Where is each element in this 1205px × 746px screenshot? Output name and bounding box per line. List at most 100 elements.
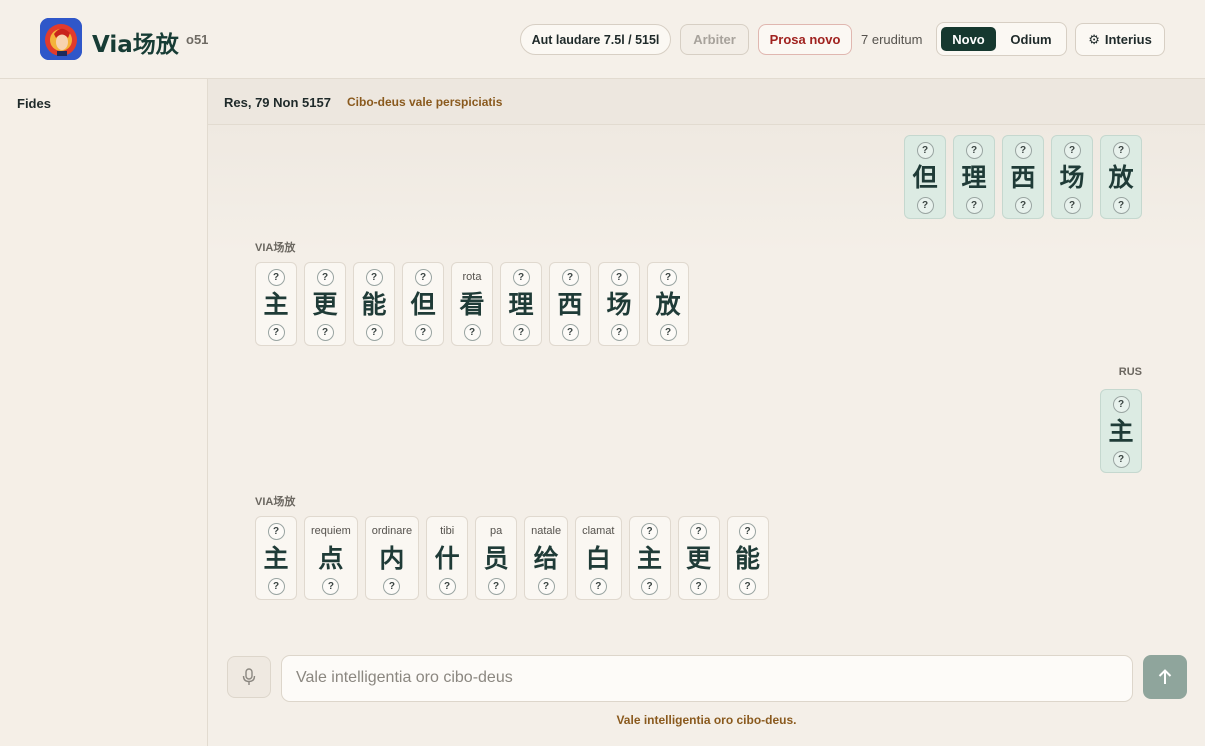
word-card[interactable]: ? 主? xyxy=(255,516,297,600)
hanzi-character: 理 xyxy=(961,163,987,192)
help-icon[interactable]: ? xyxy=(414,268,432,286)
help-icon[interactable]: ? xyxy=(414,323,432,341)
word-card[interactable]: clamat 白? xyxy=(575,516,622,600)
help-icon[interactable]: ? xyxy=(739,522,756,540)
word-card[interactable]: requiem 点? xyxy=(304,516,358,600)
word-card[interactable]: ? 场? xyxy=(598,262,640,346)
word-card[interactable]: ? 放? xyxy=(1100,135,1142,219)
word-card[interactable]: ? 放? xyxy=(647,262,689,346)
word-card[interactable]: ordinare 内? xyxy=(364,516,420,600)
help-icon[interactable]: ? xyxy=(316,323,334,341)
help-icon[interactable]: ? xyxy=(610,323,628,341)
word-card[interactable]: ? 能? xyxy=(353,262,395,346)
help-icon[interactable]: ? xyxy=(916,196,934,214)
word-card[interactable]: ? 但? xyxy=(904,135,946,219)
help-icon[interactable]: ? xyxy=(965,141,983,159)
word-pinyin: ? xyxy=(365,319,383,345)
word-gloss: clamat xyxy=(582,517,614,545)
settings-button[interactable]: ⚙ Interius xyxy=(1075,23,1165,56)
help-icon[interactable]: ? xyxy=(316,268,334,286)
help-icon[interactable]: ? xyxy=(641,577,658,595)
word-gloss: ? xyxy=(512,263,530,291)
hanzi-character: 更 xyxy=(685,544,711,573)
new-prose-button[interactable]: Prosa novo xyxy=(758,24,852,55)
settings-button-label: Interius xyxy=(1104,32,1152,47)
help-icon[interactable]: ? xyxy=(487,577,505,595)
word-pinyin: ? xyxy=(267,573,285,599)
help-icon[interactable]: ? xyxy=(610,268,628,286)
word-card[interactable]: ? 西? xyxy=(1002,135,1044,219)
help-icon[interactable]: ? xyxy=(512,323,530,341)
help-icon[interactable]: ? xyxy=(1112,450,1130,468)
topic-link[interactable]: Cibo-deus vale perspiciatis xyxy=(347,95,502,109)
app-logo[interactable] xyxy=(40,18,82,60)
help-icon[interactable]: ? xyxy=(641,522,658,540)
microphone-button[interactable] xyxy=(227,656,271,698)
help-icon[interactable]: ? xyxy=(322,577,340,595)
help-icon[interactable]: ? xyxy=(589,577,607,595)
help-icon[interactable]: ? xyxy=(690,522,707,540)
word-card[interactable]: ? 场? xyxy=(1051,135,1093,219)
help-icon[interactable]: ? xyxy=(659,323,677,341)
help-icon[interactable]: ? xyxy=(512,268,530,286)
word-card[interactable]: ? 西? xyxy=(549,262,591,346)
word-pinyin: ? xyxy=(561,319,579,345)
chat-area: ? 但?? 理?? 西?? 场?? 放? VIA场放 ? 主?? 更?? 能?? 但? rota 看?… xyxy=(208,125,1205,635)
help-icon[interactable]: ? xyxy=(267,577,285,595)
word-gloss: ? xyxy=(365,263,383,291)
help-icon[interactable]: ? xyxy=(1112,395,1130,413)
word-card[interactable]: ? 主? xyxy=(1100,389,1142,473)
help-icon[interactable]: ? xyxy=(1014,141,1032,159)
word-card[interactable]: tibi 什? xyxy=(426,516,469,600)
help-icon[interactable]: ? xyxy=(1112,141,1130,159)
word-pinyin: ? xyxy=(690,573,707,599)
word-card[interactable]: ? 主? xyxy=(628,516,671,600)
message-input[interactable] xyxy=(281,655,1133,702)
help-icon[interactable]: ? xyxy=(561,268,579,286)
arrow-up-icon xyxy=(1158,669,1172,684)
help-icon[interactable]: ? xyxy=(267,522,285,540)
help-icon[interactable]: ? xyxy=(739,577,756,595)
word-pinyin: ? xyxy=(739,573,756,599)
arbiter-button[interactable]: Arbiter xyxy=(680,24,749,55)
help-icon[interactable]: ? xyxy=(965,196,983,214)
hanzi-character: 理 xyxy=(508,290,534,319)
help-icon[interactable]: ? xyxy=(537,577,555,595)
mode-novo-button[interactable]: Novo xyxy=(941,27,996,51)
hanzi-character: 看 xyxy=(459,290,485,319)
help-icon[interactable]: ? xyxy=(463,323,481,341)
word-card[interactable]: rota 看? xyxy=(451,262,493,346)
word-card[interactable]: ? 更? xyxy=(677,516,720,600)
word-pinyin: ? xyxy=(610,319,628,345)
help-icon[interactable]: ? xyxy=(1014,196,1032,214)
help-icon[interactable]: ? xyxy=(690,577,707,595)
help-icon[interactable]: ? xyxy=(365,323,383,341)
word-pinyin: ? xyxy=(965,192,983,218)
help-icon[interactable]: ? xyxy=(267,323,285,341)
word-card[interactable]: ? 理? xyxy=(500,262,542,346)
word-pinyin: ? xyxy=(438,573,456,599)
word-card[interactable]: pa 员? xyxy=(475,516,518,600)
word-card[interactable]: ? 更? xyxy=(304,262,346,346)
conversation-date: Res, 79 Non 5157 xyxy=(224,95,331,110)
help-icon[interactable]: ? xyxy=(1112,196,1130,214)
word-card[interactable]: ? 但? xyxy=(402,262,444,346)
help-icon[interactable]: ? xyxy=(1063,141,1081,159)
word-card[interactable]: natale 给? xyxy=(524,516,569,600)
word-card[interactable]: ? 能? xyxy=(726,516,769,600)
help-icon[interactable]: ? xyxy=(916,141,934,159)
mode-odium-button[interactable]: Odium xyxy=(1001,27,1061,51)
help-icon[interactable]: ? xyxy=(561,323,579,341)
word-card[interactable]: ? 理? xyxy=(953,135,995,219)
word-card[interactable]: ? 主? xyxy=(255,262,297,346)
help-icon[interactable]: ? xyxy=(438,577,456,595)
quota-button[interactable]: Aut laudare 7.5l / 515l xyxy=(520,24,671,55)
help-icon[interactable]: ? xyxy=(267,268,285,286)
help-icon[interactable]: ? xyxy=(659,268,677,286)
hanzi-character: 但 xyxy=(912,163,938,192)
send-button[interactable] xyxy=(1143,655,1187,699)
word-pinyin: ? xyxy=(463,319,481,345)
help-icon[interactable]: ? xyxy=(383,577,401,595)
help-icon[interactable]: ? xyxy=(1063,196,1081,214)
help-icon[interactable]: ? xyxy=(365,268,383,286)
